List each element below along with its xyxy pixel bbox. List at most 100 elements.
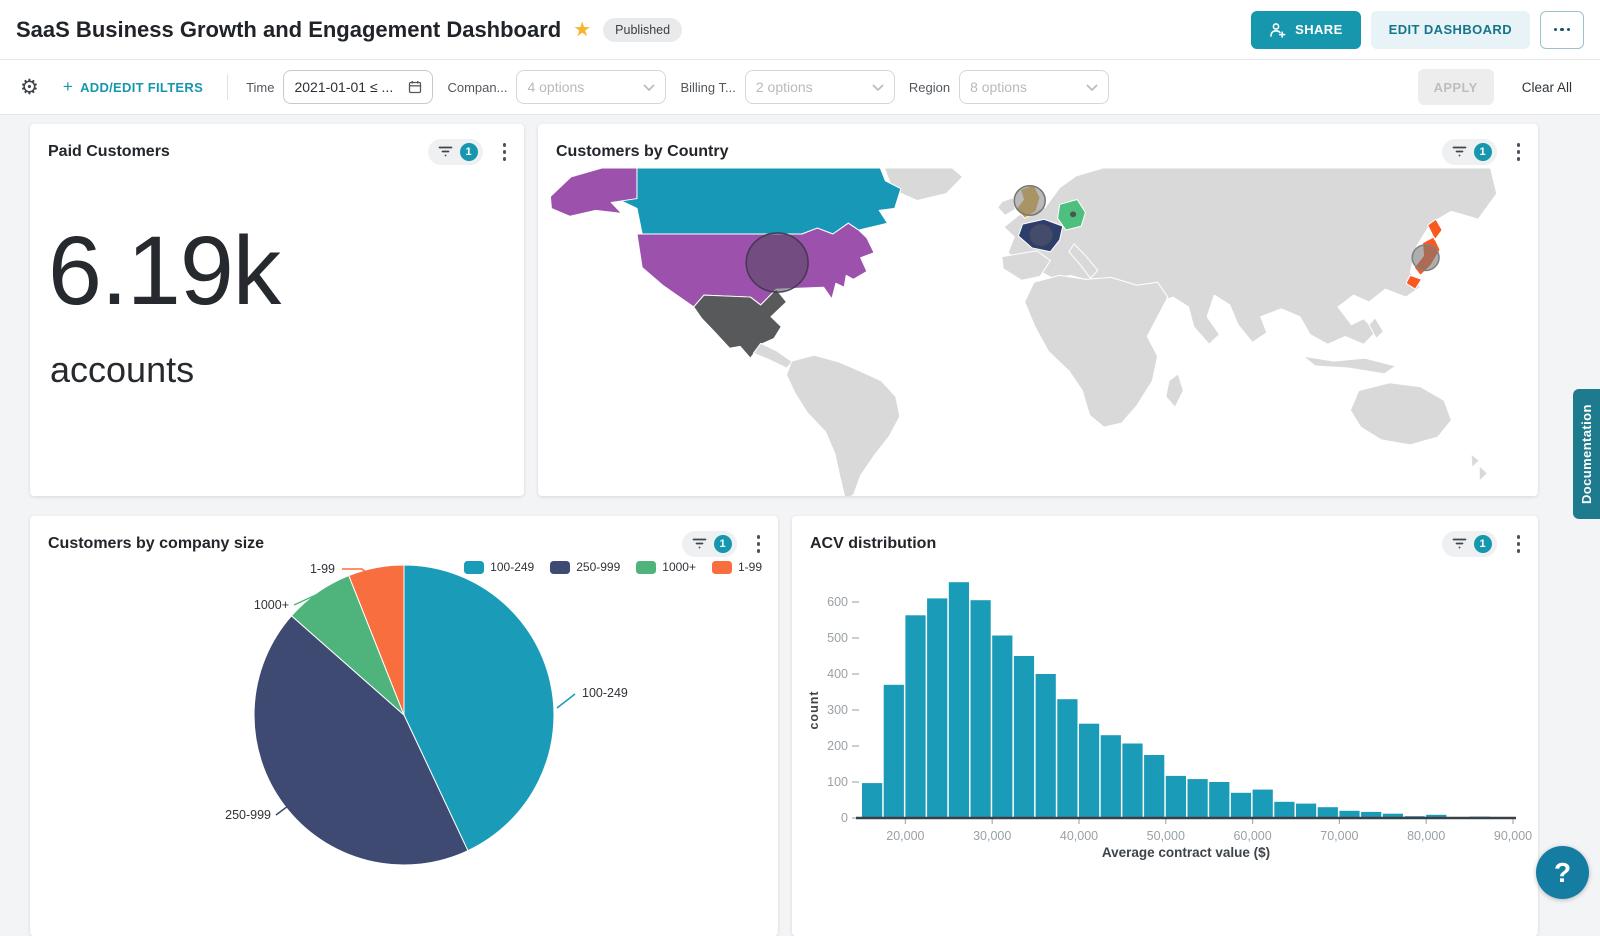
- country-madagascar[interactable]: [1166, 373, 1184, 406]
- hist-bar[interactable]: [1166, 775, 1186, 817]
- billing-filter-value: 2 options: [756, 79, 813, 95]
- widget-filter-chip[interactable]: 1: [1442, 139, 1497, 165]
- country-mexico[interactable]: [694, 289, 787, 358]
- country-ireland[interactable]: [998, 197, 1016, 215]
- filter-count-badge: 1: [714, 535, 732, 553]
- hist-bar[interactable]: [1209, 782, 1229, 818]
- share-button[interactable]: SHARE: [1251, 11, 1361, 49]
- region-indonesia[interactable]: [1303, 356, 1396, 374]
- time-filter-input[interactable]: 2021-01-01 ≤ ...: [283, 70, 433, 104]
- share-person-icon: [1269, 22, 1286, 38]
- y-tick-label: 100: [827, 775, 848, 789]
- published-badge: Published: [603, 18, 682, 42]
- kpi-value: 6.19k: [48, 222, 524, 319]
- pie-slice-label: 100-249: [582, 686, 628, 700]
- widget-menu-kebab-icon[interactable]: [1513, 530, 1525, 558]
- title-wrap: SaaS Business Growth and Engagement Dash…: [16, 17, 682, 43]
- x-tick-label: 20,000: [886, 829, 924, 843]
- bubble-usa[interactable]: [746, 233, 808, 292]
- country-alaska[interactable]: [550, 168, 637, 216]
- hist-bar[interactable]: [884, 684, 904, 817]
- country-australia[interactable]: [1350, 382, 1451, 444]
- hist-bar[interactable]: [949, 582, 969, 818]
- y-tick-label: 600: [827, 595, 848, 609]
- region-filter-select[interactable]: 8 options: [959, 70, 1109, 104]
- histogram-chart[interactable]: 010020030040050060020,00030,00040,00050,…: [792, 564, 1538, 930]
- hist-bar[interactable]: [1296, 803, 1316, 817]
- pie-chart[interactable]: 100-249250-9991000+1-99: [30, 556, 778, 936]
- hist-bar[interactable]: [862, 783, 882, 818]
- clear-all-button[interactable]: Clear All: [1516, 79, 1578, 96]
- x-axis-title: Average contract value ($): [1102, 845, 1270, 860]
- hist-bar[interactable]: [1036, 674, 1056, 818]
- filter-count-badge: 1: [460, 143, 478, 161]
- continent-south-america[interactable]: [786, 355, 899, 496]
- y-tick-label: 200: [827, 739, 848, 753]
- more-options-button[interactable]: [1540, 11, 1584, 49]
- hist-bar[interactable]: [1231, 792, 1251, 817]
- edit-dashboard-button[interactable]: EDIT DASHBOARD: [1371, 11, 1530, 49]
- hist-bar[interactable]: [971, 600, 991, 818]
- hist-bar[interactable]: [927, 598, 947, 818]
- billing-filter-select[interactable]: 2 options: [745, 70, 895, 104]
- y-tick-label: 500: [827, 631, 848, 645]
- world-map[interactable]: [538, 168, 1538, 497]
- x-tick-label: 50,000: [1147, 829, 1185, 843]
- panel-title: Paid Customers: [48, 143, 428, 161]
- widget-filter-chip[interactable]: 1: [1442, 531, 1497, 557]
- hist-bar[interactable]: [1057, 699, 1077, 818]
- x-tick-label: 70,000: [1320, 829, 1358, 843]
- filter-group-time: Time 2021-01-01 ≤ ...: [246, 70, 433, 104]
- x-tick-label: 40,000: [1060, 829, 1098, 843]
- company-filter-value: 4 options: [527, 79, 584, 95]
- region-central-america[interactable]: [753, 343, 792, 368]
- add-edit-filters-button[interactable]: + ADD/EDIT FILTERS: [57, 76, 209, 98]
- filter-label: Time: [246, 80, 274, 95]
- widget-menu-kebab-icon[interactable]: [753, 530, 765, 558]
- apply-button[interactable]: APPLY: [1418, 69, 1494, 105]
- page-title: SaaS Business Growth and Engagement Dash…: [16, 17, 561, 43]
- country-new-zealand[interactable]: [1471, 453, 1487, 481]
- bubble-germany[interactable]: [1070, 211, 1076, 217]
- hist-bar[interactable]: [992, 635, 1012, 818]
- help-button[interactable]: ?: [1536, 846, 1589, 899]
- hist-bar[interactable]: [1144, 755, 1164, 818]
- widget-filter-chip[interactable]: 1: [682, 531, 737, 557]
- hist-bar[interactable]: [1188, 779, 1208, 818]
- widget-filter-chip[interactable]: 1: [428, 139, 483, 165]
- widget-menu-kebab-icon[interactable]: [499, 138, 511, 166]
- hist-bar[interactable]: [1101, 735, 1121, 818]
- divider: [227, 74, 228, 100]
- dashboard-content: Paid Customers 1 6.19k accounts Customer…: [0, 115, 1600, 936]
- widget-menu-kebab-icon[interactable]: [1513, 138, 1525, 166]
- filter-count-badge: 1: [1474, 143, 1492, 161]
- chevron-down-icon: [643, 84, 655, 91]
- company-filter-select[interactable]: 4 options: [516, 70, 666, 104]
- hist-bar[interactable]: [1122, 743, 1142, 818]
- hist-bar[interactable]: [1318, 807, 1338, 818]
- panel-paid-customers: Paid Customers 1 6.19k accounts: [30, 124, 524, 496]
- bubble-france[interactable]: [1030, 224, 1053, 246]
- favorite-star-icon[interactable]: ★: [573, 17, 591, 42]
- x-tick-label: 30,000: [973, 829, 1011, 843]
- bubble-uk[interactable]: [1014, 185, 1045, 215]
- y-axis-title: count: [807, 690, 821, 729]
- country-canada[interactable]: [616, 168, 901, 234]
- x-tick-label: 80,000: [1407, 829, 1445, 843]
- chevron-down-icon: [1086, 84, 1098, 91]
- filter-group-company: Compan... 4 options: [447, 70, 666, 104]
- hist-bar[interactable]: [905, 615, 925, 818]
- continent-africa[interactable]: [1025, 275, 1168, 427]
- hist-bar[interactable]: [1079, 723, 1099, 817]
- region-iberia[interactable]: [1002, 250, 1050, 280]
- share-button-label: SHARE: [1295, 22, 1343, 37]
- hist-bar[interactable]: [1274, 801, 1294, 817]
- region-filter-value: 8 options: [970, 79, 1027, 95]
- bubble-japan[interactable]: [1412, 244, 1439, 270]
- documentation-tab[interactable]: Documentation: [1573, 389, 1600, 519]
- hist-bar[interactable]: [1253, 789, 1273, 817]
- funnel-filter-icon: [438, 145, 453, 158]
- hist-bar[interactable]: [1014, 656, 1034, 818]
- filter-settings-gear-icon[interactable]: ⚙: [16, 75, 43, 100]
- header-actions: SHARE EDIT DASHBOARD: [1251, 11, 1584, 49]
